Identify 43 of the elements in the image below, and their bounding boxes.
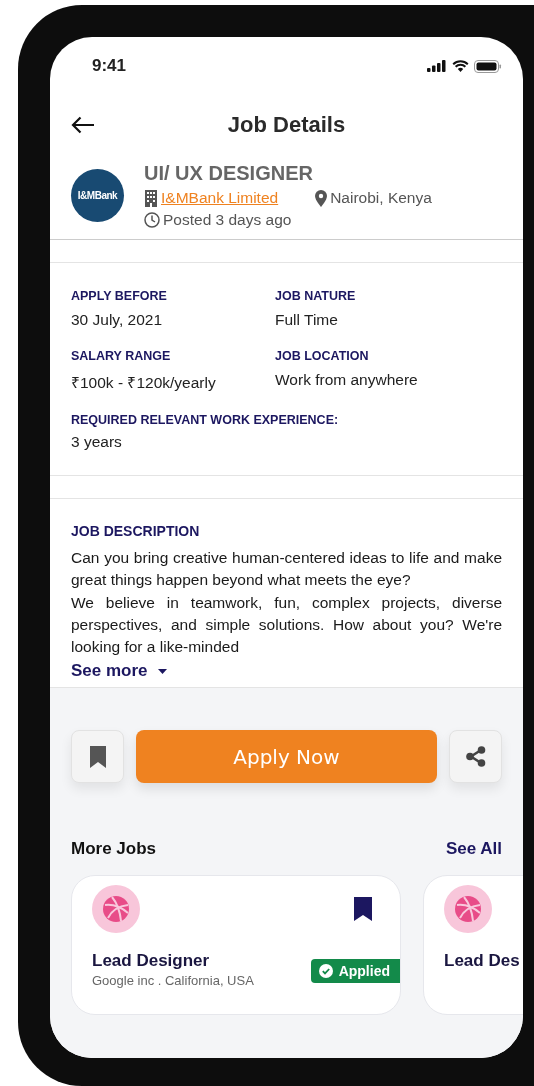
detail-label: JOB LOCATION: [275, 349, 370, 363]
description-text: Can you bring creative human-centered ideas to life and make great things happen beyond what meets the eye?: [71, 548, 502, 591]
job-card[interactable]: Lead Des: [423, 875, 523, 1016]
applied-badge: Applied: [310, 959, 400, 984]
back-arrow-icon[interactable]: [71, 116, 95, 134]
battery-icon: [474, 59, 502, 73]
job-title: UI/ UX DESIGNER: [144, 162, 314, 185]
see-all-link[interactable]: See All: [445, 839, 502, 860]
section-heading: JOB DESCRIPTION: [71, 523, 201, 539]
job-card-company: Google inc . California, USA: [92, 973, 254, 989]
detail-label: APPLY BEFORE: [71, 289, 168, 303]
posted-time: Posted 3 days ago: [163, 211, 292, 229]
job-card-title: Lead Designer: [92, 951, 211, 972]
detail-value: Work from anywhere: [275, 371, 419, 389]
building-icon: [144, 189, 158, 207]
detail-label: JOB NATURE: [275, 289, 357, 303]
detail-label: SALARY RANGE: [71, 349, 172, 363]
wifi-icon: [452, 60, 469, 72]
signal-icon: [427, 60, 447, 72]
detail-value: 3 years: [71, 433, 123, 451]
share-icon: [465, 746, 486, 768]
clock-icon: [144, 212, 160, 228]
location-pin-icon: [315, 189, 328, 207]
section-heading: More Jobs: [71, 839, 157, 860]
job-card-title: Lead Des: [444, 951, 520, 972]
job-card[interactable]: Lead Designer Google inc . California, USA Applied: [71, 875, 401, 1016]
detail-label: REQUIRED RELEVANT WORK EXPERIENCE:: [71, 413, 340, 427]
bookmark-icon[interactable]: [354, 897, 372, 922]
detail-value: ₹100k - ₹120k/yearly: [71, 373, 217, 393]
page-title: Job Details: [226, 112, 347, 138]
share-button[interactable]: [449, 730, 502, 784]
company-logo: I&MBank: [71, 169, 124, 222]
bookmark-button[interactable]: [71, 730, 124, 784]
ball-icon: [444, 885, 492, 934]
caret-icon: [157, 669, 167, 674]
check-circle-icon: [318, 964, 333, 979]
detail-value: 30 July, 2021: [71, 311, 164, 329]
detail-value: Full Time: [275, 311, 339, 329]
job-location: Nairobi, Kenya: [330, 189, 432, 207]
status-time: 9:41: [92, 56, 127, 76]
see-more-button[interactable]: See more: [71, 661, 167, 682]
ball-icon: [92, 885, 140, 934]
description-text: We believe in teamwork, fun, complex projects, diverse perspectives, and simple solutions. How about you? We're looking for a like-minded: [71, 592, 502, 658]
